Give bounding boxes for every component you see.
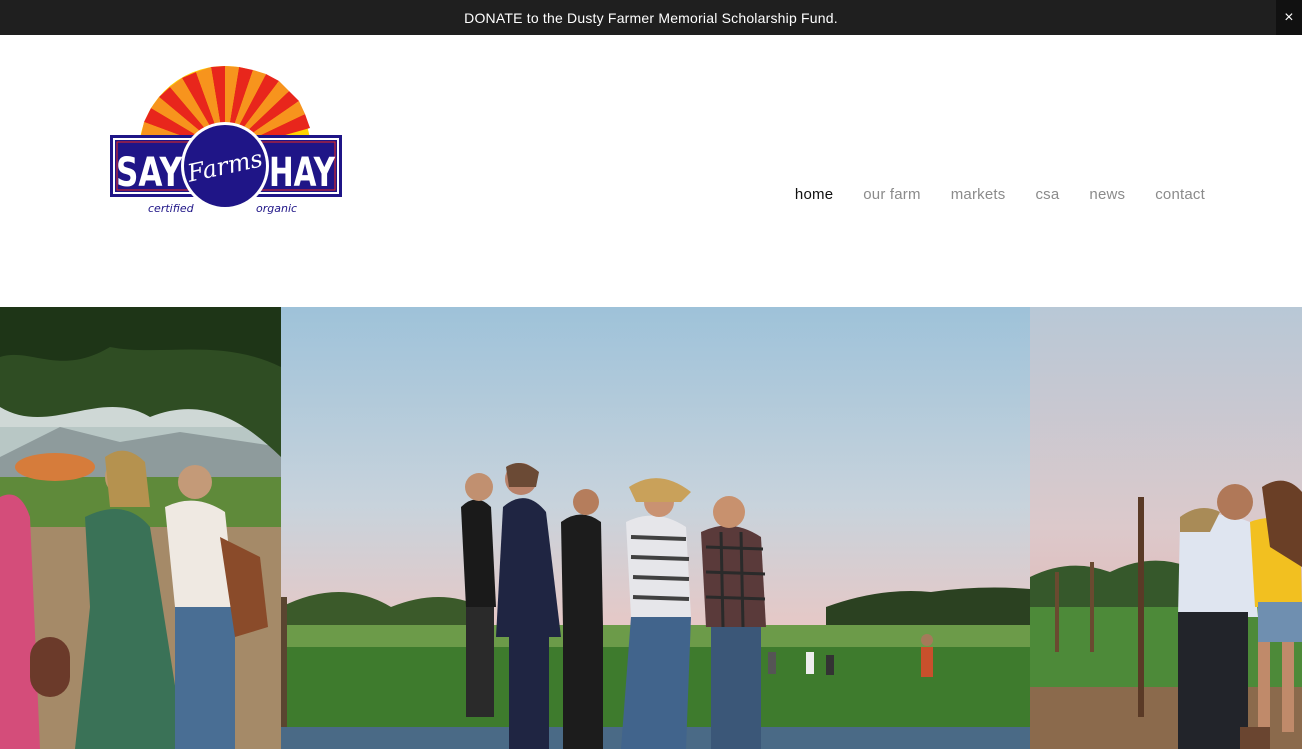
nav-markets[interactable]: markets <box>951 186 1006 203</box>
logo-tag-certified: certified <box>148 202 195 215</box>
photo-gallery <box>0 307 1302 749</box>
close-icon[interactable]: × <box>1276 0 1302 35</box>
photo-couple-laughing-icon <box>1030 307 1302 749</box>
logo-tag-organic: organic <box>256 202 297 215</box>
logo-word-hay: HAY <box>269 150 336 196</box>
nav-contact[interactable]: contact <box>1155 186 1205 203</box>
nav-news[interactable]: news <box>1089 186 1125 203</box>
announcement-bar[interactable]: DONATE to the Dusty Farmer Memorial Scho… <box>0 0 1302 35</box>
main-nav: home our farm markets csa news contact <box>765 186 1205 203</box>
photo-group-at-sunset-field-icon <box>281 307 1030 749</box>
gallery-image-center[interactable] <box>281 307 1030 749</box>
logo-word-say: SAY <box>116 150 183 196</box>
photo-people-under-tree-icon <box>0 307 281 749</box>
gallery-image-right[interactable] <box>1030 307 1302 749</box>
announcement-text[interactable]: DONATE to the Dusty Farmer Memorial Scho… <box>464 10 838 26</box>
logo-graphic: SAY HAY Farms certified organic <box>110 66 342 215</box>
nav-home[interactable]: home <box>795 186 833 203</box>
site-header: SAY HAY Farms certified organic home our… <box>0 35 1302 307</box>
gallery-image-left[interactable] <box>0 307 281 749</box>
site-logo[interactable]: SAY HAY Farms certified organic <box>108 66 344 216</box>
nav-our-farm[interactable]: our farm <box>863 186 920 203</box>
nav-csa[interactable]: csa <box>1035 186 1059 203</box>
